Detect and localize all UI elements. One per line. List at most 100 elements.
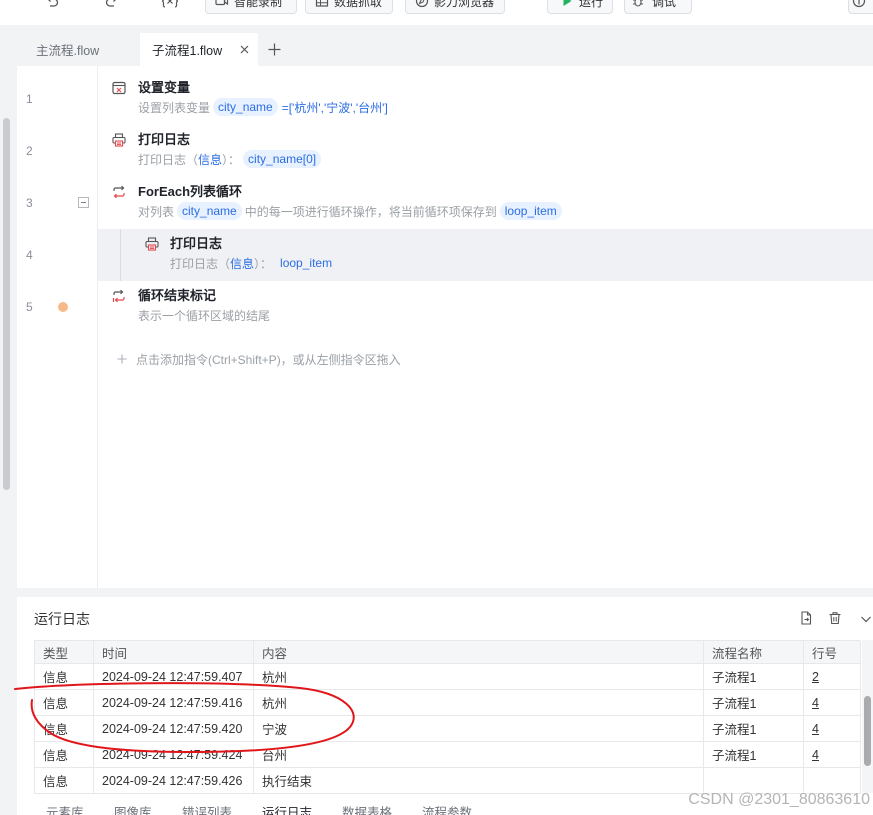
breakpoint-dot[interactable]	[58, 302, 68, 312]
bottom-tab-run-log[interactable]: 运行日志	[262, 803, 312, 815]
browser-label: 影刀浏览器	[434, 0, 495, 9]
cell-content: 杭州	[254, 664, 704, 690]
debug-label: 调试	[652, 0, 677, 9]
print-log-icon	[112, 133, 126, 147]
table-row[interactable]: 信息 2024-09-24 12:47:59.424 台州 子流程1 4	[35, 742, 861, 768]
bottom-tab-error-list[interactable]: 错误列表	[182, 803, 232, 815]
browser-icon	[415, 0, 429, 8]
cell-flow-name: 子流程1	[704, 742, 804, 768]
desc-text: 中的每一项进行循环操作，将当前循环项保存到	[244, 204, 497, 219]
column-header-flow-name[interactable]: 流程名称	[704, 641, 804, 664]
tab-main-flow[interactable]: 主流程.flow	[24, 33, 134, 66]
data-scrape-label: 数据抓取	[334, 0, 383, 9]
log-level-link[interactable]: 信息	[198, 151, 222, 168]
column-header-type[interactable]: 类型	[35, 641, 94, 664]
column-header-time[interactable]: 时间	[94, 641, 254, 664]
bottom-tab-element-library[interactable]: 元素库	[46, 803, 84, 815]
column-header-line[interactable]: 行号	[804, 641, 861, 664]
cell-line: 4	[804, 742, 861, 768]
step-row-foreach-loop[interactable]: ForEach列表循环 对列表 city_name 中的每一项进行循环操作，将当…	[98, 178, 873, 230]
column-header-content[interactable]: 内容	[254, 641, 704, 664]
cell-type: 信息	[35, 690, 94, 716]
desc-text: 打印日志（	[138, 152, 199, 167]
step-row-print-log-nested[interactable]: 打印日志 打印日志（ 信息 ）： loop_item	[98, 229, 873, 281]
foreach-loop-icon	[112, 185, 126, 199]
indent-guide	[120, 229, 121, 281]
line-link[interactable]: 4	[812, 696, 819, 710]
cell-type: 信息	[35, 742, 94, 768]
table-row[interactable]: 信息 2024-09-24 12:47:59.407 杭州 子流程1 2	[35, 664, 861, 690]
add-tab-icon[interactable]	[268, 43, 281, 56]
log-level-link[interactable]: 信息	[230, 255, 254, 272]
variable-tag[interactable]: city_name	[177, 202, 242, 220]
line-number: 1	[26, 92, 33, 106]
run-log-panel: 运行日志 类型 时间 内容 流程名称 行号 信息 2024-09-24 12:4…	[17, 597, 873, 815]
bottom-tab-flow-params[interactable]: 流程参数	[422, 803, 472, 815]
step-row-set-variable[interactable]: 设置变量 设置列表变量 city_name =['杭州','宁波','台州']	[98, 74, 873, 126]
smart-record-button[interactable]: 智能录制	[205, 0, 297, 14]
editor-scrollbar[interactable]	[3, 118, 10, 490]
variable-tag[interactable]: loop_item	[275, 254, 337, 272]
log-table-scrollbar[interactable]	[862, 640, 873, 793]
undo-icon[interactable]	[44, 0, 60, 9]
table-row[interactable]: 信息 2024-09-24 12:47:59.420 宁波 子流程1 4	[35, 716, 861, 742]
data-scrape-button[interactable]: 数据抓取	[305, 0, 393, 14]
tab-label: 主流程.flow	[36, 44, 100, 58]
step-row-loop-end[interactable]: 循环结束标记 表示一个循环区域的结尾	[98, 282, 873, 334]
line-link[interactable]: 4	[812, 748, 819, 762]
cell-line: 2	[804, 664, 861, 690]
line-number: 2	[26, 144, 33, 158]
line-link[interactable]: 4	[812, 722, 819, 736]
desc-text: 设置列表变量	[138, 100, 211, 115]
debug-button[interactable]: 调试	[624, 0, 692, 14]
trash-icon[interactable]	[828, 611, 842, 625]
line-number: 3	[26, 196, 33, 210]
desc-text: 打印日志（	[170, 256, 231, 271]
cell-time: 2024-09-24 12:47:59.416	[94, 690, 254, 716]
step-title: 打印日志	[170, 236, 223, 251]
step-row-print-log[interactable]: 打印日志 打印日志（ 信息 ）： city_name[0]	[98, 126, 873, 178]
desc-text: ）：	[254, 256, 273, 271]
cell-content: 宁波	[254, 716, 704, 742]
cell-type: 信息	[35, 716, 94, 742]
cell-type: 信息	[35, 768, 94, 794]
variable-braces-icon[interactable]	[160, 0, 180, 9]
yingdao-browser-button[interactable]: 影刀浏览器	[405, 0, 505, 14]
variable-tag[interactable]: city_name[0]	[243, 150, 322, 168]
variable-tag[interactable]: city_name	[213, 98, 278, 116]
info-button[interactable]	[848, 0, 873, 14]
cell-line: 4	[804, 716, 861, 742]
collapse-toggle[interactable]	[78, 197, 89, 208]
record-camera-icon	[215, 0, 229, 6]
cell-time: 2024-09-24 12:47:59.407	[94, 664, 254, 690]
cell-time: 2024-09-24 12:47:59.420	[94, 716, 254, 742]
top-toolbar: 智能录制 数据抓取 影刀浏览器 运行 调试	[0, 0, 873, 25]
print-log-icon	[145, 237, 159, 251]
line-number: 5	[26, 300, 33, 314]
cell-content: 杭州	[254, 690, 704, 716]
cell-flow-name: 子流程1	[704, 664, 804, 690]
export-log-icon[interactable]	[799, 611, 813, 625]
redo-icon[interactable]	[104, 0, 120, 9]
desc-text: 表示一个循环区域的结尾	[138, 308, 271, 323]
cell-time: 2024-09-24 12:47:59.424	[94, 742, 254, 768]
table-row[interactable]: 信息 2024-09-24 12:47:59.416 杭州 子流程1 4	[35, 690, 861, 716]
scrollbar-thumb[interactable]	[864, 696, 871, 766]
cell-content: 台州	[254, 742, 704, 768]
play-icon	[563, 0, 572, 6]
cell-flow-name: 子流程1	[704, 690, 804, 716]
bottom-tab-image-library[interactable]: 图像库	[114, 803, 152, 815]
tab-close-icon[interactable]	[240, 45, 249, 54]
cell-flow-name: 子流程1	[704, 716, 804, 742]
step-description: 打印日志（ 信息 ）： city_name[0]	[138, 150, 324, 168]
variable-tag[interactable]: loop_item	[499, 202, 562, 220]
cell-content: 执行结束	[254, 768, 704, 794]
loop-end-icon	[112, 289, 126, 303]
log-table: 类型 时间 内容 流程名称 行号 信息 2024-09-24 12:47:59.…	[34, 640, 861, 794]
add-instruction-hint[interactable]: 点击添加指令(Ctrl+Shift+P)，或从左侧指令区拖入	[117, 351, 401, 367]
chevron-down-icon[interactable]	[860, 613, 872, 625]
cell-line: 4	[804, 690, 861, 716]
bottom-tab-data-table[interactable]: 数据表格	[342, 803, 392, 815]
line-link[interactable]: 2	[812, 670, 819, 684]
run-button[interactable]: 运行	[547, 0, 613, 14]
